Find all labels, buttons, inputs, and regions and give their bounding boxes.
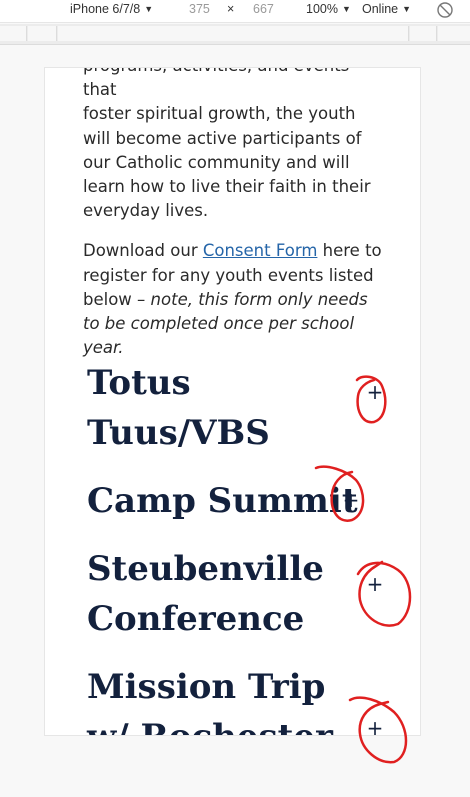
device-select-label: iPhone 6/7/8 — [70, 2, 141, 16]
viewport-width-input[interactable]: 375 — [189, 2, 210, 16]
accordion-title[interactable]: Mission Trip w/ Rochester — [87, 662, 342, 735]
events-accordion: Totus Tuus/VBS + Camp Summit + Steubenvi… — [87, 358, 387, 735]
rotate-icon[interactable] — [436, 1, 454, 19]
consent-paragraph: Download our Consent Form here to regist… — [83, 239, 383, 360]
ruler-segment[interactable] — [28, 26, 57, 41]
ruler-segment[interactable] — [438, 26, 470, 41]
expand-plus-icon[interactable]: + — [365, 718, 385, 735]
viewport-height-input[interactable]: 667 — [253, 2, 274, 16]
partial-line: programs, activities, and events that — [83, 68, 349, 100]
mobile-viewport: programs, activities, and events that fo… — [45, 68, 420, 735]
network-select-label: Online — [362, 2, 399, 16]
accordion-title[interactable]: Totus Tuus/VBS — [87, 358, 342, 458]
expand-plus-icon[interactable]: + — [365, 382, 385, 402]
accordion-item-camp-summit[interactable]: Camp Summit + — [87, 476, 387, 526]
ruler-segment[interactable] — [0, 26, 27, 41]
accordion-item-totus-tuus[interactable]: Totus Tuus/VBS + — [87, 358, 387, 458]
intro-paragraph: programs, activities, and events that fo… — [83, 68, 383, 223]
accordion-title[interactable]: Steubenville Conference — [87, 544, 342, 644]
chevron-down-icon: ▼ — [341, 4, 351, 14]
zoom-select[interactable]: 100% ▼ — [306, 2, 351, 16]
expand-plus-icon[interactable]: + — [365, 574, 385, 594]
intro-text: foster spiritual growth, the youth will … — [83, 104, 371, 221]
accordion-item-steubenville[interactable]: Steubenville Conference + — [87, 544, 387, 644]
expand-plus-icon[interactable]: + — [341, 490, 361, 510]
chevron-down-icon: ▼ — [402, 4, 412, 14]
zoom-select-label: 100% — [306, 2, 338, 16]
page-content: programs, activities, and events that fo… — [83, 68, 383, 376]
ruler-segment[interactable] — [58, 26, 409, 41]
devtools-device-toolbar: iPhone 6/7/8 ▼ 375 × 667 100% ▼ Online ▼ — [0, 0, 470, 23]
dimension-separator: × — [227, 2, 235, 16]
consent-text-before: Download our — [83, 241, 203, 261]
chevron-down-icon: ▼ — [144, 4, 154, 14]
accordion-item-mission-trip[interactable]: Mission Trip w/ Rochester + — [87, 662, 387, 735]
media-query-ruler[interactable] — [0, 24, 470, 45]
consent-form-link[interactable]: Consent Form — [203, 241, 318, 260]
ruler-segment[interactable] — [410, 26, 437, 41]
network-throttle-select[interactable]: Online ▼ — [362, 2, 411, 16]
device-select[interactable]: iPhone 6/7/8 ▼ — [70, 2, 153, 16]
